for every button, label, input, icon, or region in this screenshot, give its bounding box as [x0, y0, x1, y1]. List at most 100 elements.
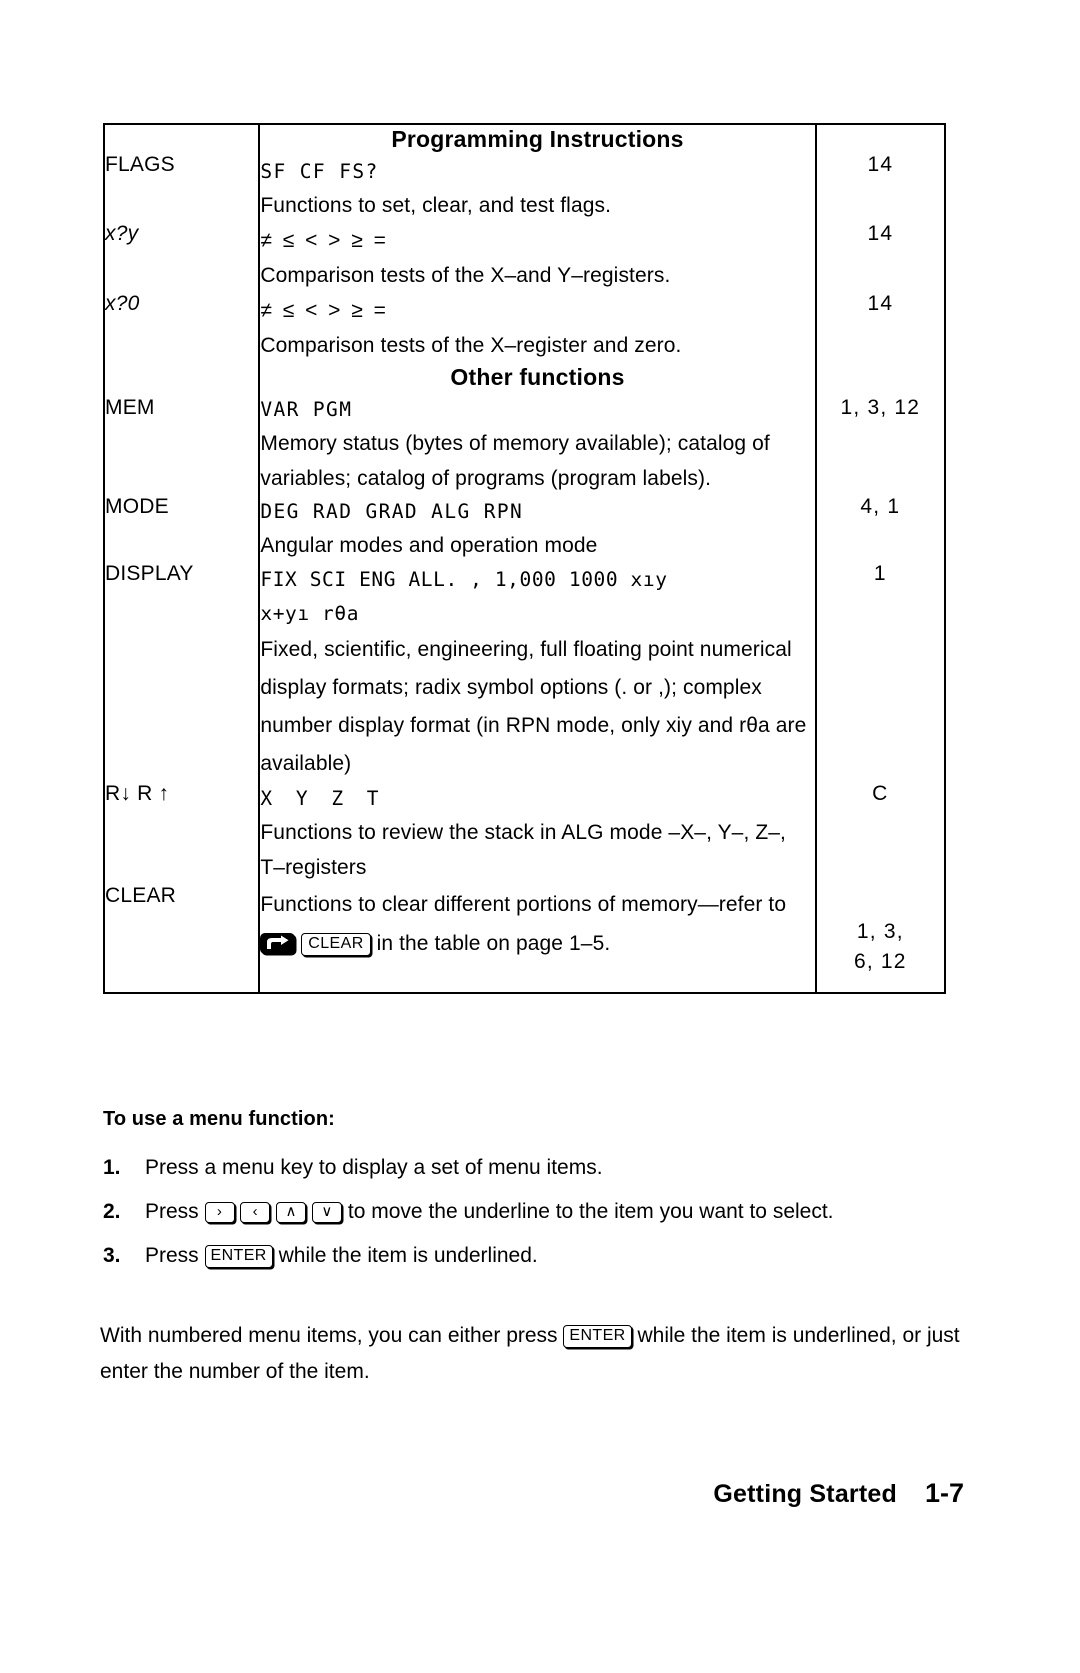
enter-key-icon: ENTER: [204, 1245, 273, 1268]
page-ref: 14: [867, 153, 894, 176]
step-number: 1.: [103, 1156, 121, 1179]
page-footer: Getting Started 1-7: [0, 1478, 1080, 1509]
row-key-flags: FLAGS: [104, 124, 259, 223]
row-page-x-q-y: 14: [814, 221, 945, 293]
row-ops-display-2: x+yı rθa: [260, 601, 360, 625]
page-ref: 1: [873, 561, 887, 585]
table-row: DISPLAY FIX SCI ENG ALL. , 1,000 1000 xı…: [104, 561, 945, 783]
page-ref: 14: [867, 221, 894, 245]
section-header-other: Other functions: [450, 363, 625, 390]
row-ops-display: FIX SCI ENG ALL. , 1,000 1000 xıy: [260, 567, 668, 591]
row-key-display: DISPLAY: [104, 563, 259, 783]
row-key-clear: CLEAR: [104, 885, 259, 993]
manual-page: FLAGS Programming Instructions SF CF FS?…: [0, 0, 1080, 1673]
list-item: 2. Press › ‹ ∧ ∨ to move the underline t…: [103, 1196, 983, 1227]
row-desc-roll: X Y Z T Functions to review the stack in…: [258, 782, 816, 885]
clear-desc-pre: Functions to clear different portions of…: [260, 892, 787, 916]
row-page-display: 1: [814, 561, 945, 783]
row-page-roll: C: [814, 781, 945, 885]
row-ops-mem: VAR PGM: [260, 397, 353, 421]
row-desc-clear: Functions to clear different portions of…: [258, 884, 816, 993]
instructions-steps: 1. Press a menu key to display a set of …: [103, 1152, 983, 1284]
step3-pre: Press: [145, 1244, 199, 1267]
step-text: Press ENTER while the item is underlined…: [145, 1240, 983, 1271]
arrow-left-key-icon: ‹: [240, 1202, 271, 1223]
footer-title: Getting Started: [713, 1480, 897, 1508]
table-row: x?0 ≠ ≤ < > ≥ = Comparison tests of the …: [104, 291, 945, 363]
row-key-roll: R↓ R ↑: [104, 783, 259, 885]
key-label: FLAGS: [105, 153, 175, 176]
row-desc-mem: Other functions VAR PGM Memory status (b…: [258, 362, 816, 496]
page-ref: 1, 3,: [856, 919, 904, 943]
page-ref: C: [872, 781, 889, 805]
clear-key-icon: CLEAR: [301, 932, 371, 956]
section-header-programming: Programming Instructions: [391, 126, 684, 152]
row-ops-flags: SF CF FS?: [260, 159, 379, 183]
page-ref-2: 6, 12: [853, 949, 907, 973]
table-row: CLEAR Functions to clear different porti…: [104, 884, 945, 993]
page-ref: 14: [867, 291, 894, 315]
row-text-x-q-0: Comparison tests of the X–register and z…: [260, 333, 682, 357]
key-label: x?0: [105, 291, 140, 315]
key-label: DISPLAY: [105, 561, 194, 585]
row-text-x-q-y: Comparison tests of the X–and Y–register…: [260, 263, 671, 287]
list-item: 3. Press ENTER while the item is underli…: [103, 1240, 983, 1271]
step-text: Press a menu key to display a set of men…: [145, 1156, 603, 1179]
table-row: FLAGS Programming Instructions SF CF FS?…: [104, 124, 945, 223]
row-text-display: Fixed, scientific, engineering, full flo…: [260, 637, 807, 775]
shift-key-icon: [260, 932, 296, 954]
row-text-clear: Functions to clear different portions of…: [260, 885, 814, 963]
row-desc-x-q-y: ≠ ≤ < > ≥ = Comparison tests of the X–an…: [258, 222, 816, 293]
row-key-mode: MODE: [104, 496, 259, 563]
row-page-x-q-0: 14: [814, 291, 945, 363]
row-page-mode: 4, 1: [814, 494, 945, 563]
row-ops-mode: DEG RAD GRAD ALG RPN: [260, 499, 524, 523]
enter-key-icon: ENTER: [563, 1325, 632, 1348]
function-table: FLAGS Programming Instructions SF CF FS?…: [103, 123, 946, 994]
arrow-up-key-icon: ∧: [276, 1202, 307, 1223]
row-desc-x-q-0: ≠ ≤ < > ≥ = Comparison tests of the X–re…: [258, 292, 816, 363]
table-row: R↓ R ↑ X Y Z T Functions to review the s…: [104, 781, 945, 885]
step-number: 2.: [103, 1200, 121, 1223]
table-row: MEM Other functions VAR PGM Memory statu…: [104, 362, 945, 496]
row-page-clear: 1, 3, 6, 12: [814, 884, 945, 993]
row-desc-display: FIX SCI ENG ALL. , 1,000 1000 xıy x+yı r…: [258, 562, 816, 783]
table-row: MODE DEG RAD GRAD ALG RPN Angular modes …: [104, 494, 945, 563]
row-text-mode: Angular modes and operation mode: [260, 533, 598, 557]
key-label: CLEAR: [105, 883, 177, 907]
row-key-x-q-y: x?y: [104, 223, 259, 293]
function-table-wrapper: FLAGS Programming Instructions SF CF FS?…: [103, 123, 946, 994]
row-desc-flags: Programming Instructions SF CF FS? Funct…: [258, 124, 816, 223]
row-text-mem: Memory status (bytes of memory available…: [260, 431, 770, 490]
table-row: x?y ≠ ≤ < > ≥ = Comparison tests of the …: [104, 221, 945, 293]
row-text-flags: Functions to set, clear, and test flags.: [260, 193, 612, 217]
closing-paragraph: With numbered menu items, you can either…: [100, 1318, 980, 1390]
key-label: x?y: [105, 221, 139, 245]
instructions-heading: To use a menu function:: [103, 1108, 335, 1130]
row-text-roll: Functions to review the stack in ALG mod…: [260, 820, 786, 879]
key-label: R↓ R ↑: [105, 781, 170, 805]
row-page-mem: 1, 3, 12: [814, 362, 945, 496]
row-page-flags: 14: [814, 124, 945, 223]
key-label: MODE: [105, 494, 169, 518]
clear-desc-post: in the table on page 1–5.: [376, 931, 611, 955]
list-item: 1. Press a menu key to display a set of …: [103, 1152, 983, 1183]
footer-page-number: 1-7: [924, 1478, 964, 1508]
page-ref: 4, 1: [860, 494, 901, 518]
row-ops-roll: X Y Z T: [260, 786, 385, 810]
step2-post: to move the underline to the item you wa…: [347, 1200, 834, 1223]
step-text: Press › ‹ ∧ ∨ to move the underline to t…: [145, 1196, 983, 1227]
step-number: 3.: [103, 1244, 121, 1267]
key-label: MEM: [105, 395, 155, 419]
step3-post: while the item is underlined.: [278, 1244, 538, 1267]
arrow-right-key-icon: ›: [204, 1202, 235, 1223]
step2-pre: Press: [145, 1200, 199, 1223]
row-key-mem: MEM: [104, 363, 259, 496]
row-desc-mode: DEG RAD GRAD ALG RPN Angular modes and o…: [258, 495, 816, 563]
arrow-down-key-icon: ∨: [312, 1202, 343, 1223]
paragraph-pre: With numbered menu items, you can either…: [100, 1324, 558, 1347]
row-ops-x-q-y: ≠ ≤ < > ≥ =: [260, 228, 389, 252]
page-ref: 1, 3, 12: [840, 395, 921, 419]
row-ops-x-q-0: ≠ ≤ < > ≥ =: [260, 298, 389, 322]
row-key-x-q-0: x?0: [104, 293, 259, 363]
